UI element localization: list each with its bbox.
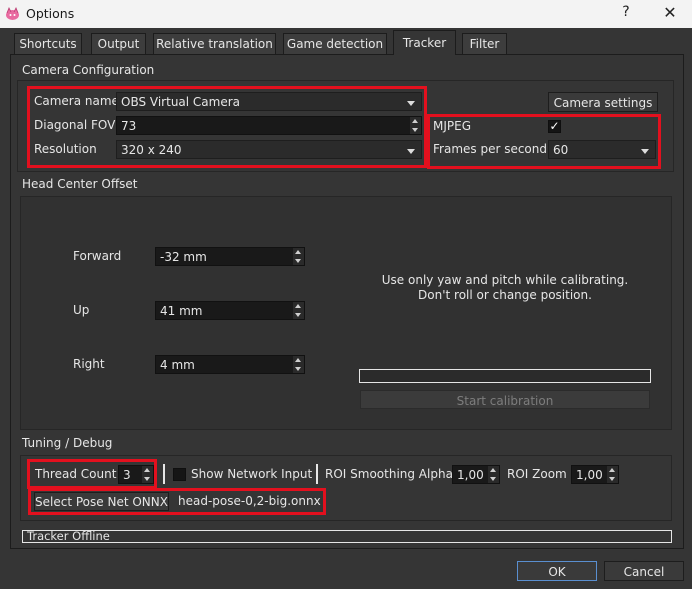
thread-count-value: 3 (123, 468, 131, 482)
tab-filter[interactable]: Filter (462, 33, 507, 54)
title-bar: Options ? ✕ (0, 0, 692, 28)
spinner-arrows-icon[interactable] (607, 466, 618, 483)
separator (163, 464, 165, 484)
roi-smoothing-value: 1,00 (457, 468, 484, 482)
camera-name-combo[interactable]: OBS Virtual Camera (116, 92, 422, 111)
ok-button[interactable]: OK (517, 561, 597, 581)
spinner-arrows-icon[interactable] (293, 302, 304, 319)
diagonal-fov-value: 73 (121, 119, 137, 133)
resolution-combo[interactable]: 320 x 240 (116, 140, 422, 159)
window-title: Options (26, 6, 75, 21)
thread-count-field[interactable]: 3 (118, 465, 154, 484)
forward-label: Forward (73, 249, 122, 263)
fps-value: 60 (553, 143, 569, 157)
app-icon (5, 6, 20, 21)
roi-smoothing-field[interactable]: 1,00 (452, 465, 500, 484)
forward-value: -32 mm (160, 250, 207, 264)
mjpeg-label: MJPEG (433, 119, 472, 133)
spinner-arrows-icon[interactable] (293, 248, 304, 265)
up-field[interactable]: 41 mm (155, 301, 305, 320)
roi-zoom-field[interactable]: 1,00 (571, 465, 619, 484)
spinner-arrows-icon[interactable] (293, 356, 304, 373)
resolution-label: Resolution (34, 142, 97, 156)
diagonal-fov-label: Diagonal FOV (34, 118, 116, 132)
mjpeg-checkbox[interactable]: ✓ (548, 120, 561, 133)
tracker-status: Tracker Offline (22, 530, 672, 543)
show-network-input-checkbox[interactable] (173, 468, 186, 481)
spinner-arrows-icon[interactable] (410, 117, 421, 134)
camera-name-value: OBS Virtual Camera (121, 95, 241, 109)
right-label: Right (73, 357, 105, 371)
chevron-down-icon (407, 149, 415, 154)
diagonal-fov-field[interactable]: 73 (116, 116, 422, 135)
camera-config-title: Camera Configuration (22, 63, 155, 77)
forward-field[interactable]: -32 mm (155, 247, 305, 266)
roi-zoom-value: 1,00 (576, 468, 603, 482)
camera-name-label: Camera name (34, 94, 119, 108)
tab-shortcuts[interactable]: Shortcuts (14, 33, 82, 54)
start-calibration-button[interactable]: Start calibration (360, 390, 650, 409)
separator (316, 464, 318, 484)
up-value: 41 mm (160, 304, 203, 318)
cancel-button[interactable]: Cancel (604, 561, 684, 581)
calibration-instructions-line1: Use only yaw and pitch while calibrating… (381, 273, 629, 287)
tab-tracker[interactable]: Tracker (393, 30, 456, 55)
tab-output[interactable]: Output (91, 33, 146, 54)
pose-net-file-label: head-pose-0,2-big.onnx (178, 494, 321, 508)
tuning-title: Tuning / Debug (22, 436, 113, 450)
roi-zoom-label: ROI Zoom (507, 467, 567, 481)
spinner-arrows-icon[interactable] (488, 466, 499, 483)
roi-smoothing-label: ROI Smoothing Alpha (325, 467, 453, 481)
show-network-input-label: Show Network Input (191, 467, 313, 481)
camera-settings-button[interactable]: Camera settings (548, 92, 658, 112)
head-center-title: Head Center Offset (22, 177, 138, 191)
thread-count-label: Thread Count (35, 467, 117, 481)
resolution-value: 320 x 240 (121, 143, 182, 157)
help-button[interactable]: ? (618, 4, 634, 22)
spinner-arrows-icon[interactable] (142, 466, 153, 483)
select-pose-net-button[interactable]: Select Pose Net ONNX (34, 492, 169, 511)
right-field[interactable]: 4 mm (155, 355, 305, 374)
fps-label: Frames per second (433, 142, 547, 156)
calibration-instructions-line2: Don't roll or change position. (418, 288, 592, 302)
calibration-progress-bar (359, 369, 651, 383)
up-label: Up (73, 303, 90, 317)
tab-relative-translation[interactable]: Relative translation (153, 33, 276, 54)
fps-combo[interactable]: 60 (548, 140, 656, 159)
chevron-down-icon (641, 149, 649, 154)
close-button[interactable]: ✕ (660, 3, 680, 23)
tab-game-detection[interactable]: Game detection (283, 33, 387, 54)
right-value: 4 mm (160, 358, 195, 372)
chevron-down-icon (407, 101, 415, 106)
